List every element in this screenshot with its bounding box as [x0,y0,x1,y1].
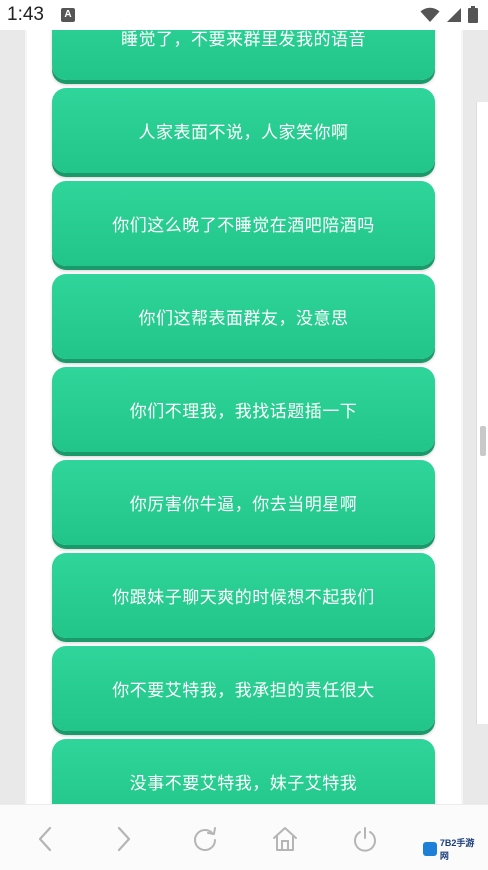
notification-app-icon: A [61,8,75,22]
back-button[interactable] [25,821,65,857]
forward-button[interactable] [104,821,144,857]
phrase-button[interactable]: 你们不理我，我找话题插一下 [52,367,435,452]
phrase-button[interactable]: 你们这么晚了不睡觉在酒吧陪酒吗 [52,181,435,266]
browser-toolbar [0,804,488,870]
webview-content[interactable]: 睡觉了，不要来群里发我的语音 人家表面不说，人家笑你啊 你们这么晚了不睡觉在酒吧… [0,30,488,804]
site-watermark: 7B2手游网 [423,838,483,861]
phrase-button[interactable]: 你厉害你牛逼，你去当明星啊 [52,460,435,545]
phrase-button[interactable]: 睡觉了，不要来群里发我的语音 [52,30,435,80]
back-icon [38,826,52,852]
wifi-icon [420,7,440,22]
power-icon [354,827,376,852]
refresh-button[interactable] [185,821,225,857]
status-time: 1:43 [7,4,44,25]
phrase-button[interactable]: 你跟妹子聊天爽的时候想不起我们 [52,553,435,638]
home-icon [273,827,297,851]
watermark-logo-icon [423,842,437,856]
signal-icon [447,7,461,22]
phrase-list: 睡觉了，不要来群里发我的语音 人家表面不说，人家笑你啊 你们这么晚了不睡觉在酒吧… [52,30,436,804]
battery-icon [468,6,478,23]
exit-button[interactable] [345,821,385,857]
phrase-button[interactable]: 你们这帮表面群友，没意思 [52,274,435,359]
status-bar: 1:43 A [0,0,488,30]
home-button[interactable] [265,821,305,857]
forward-icon [117,826,131,852]
phrase-button[interactable]: 人家表面不说，人家笑你啊 [52,88,435,173]
refresh-icon [194,827,216,851]
scrollbar-thumb[interactable] [480,426,486,456]
scrollbar-track[interactable] [476,102,488,724]
phrase-button[interactable]: 没事不要艾特我，妹子艾特我 [52,739,435,804]
phrase-button[interactable]: 你不要艾特我，我承担的责任很大 [52,646,435,731]
watermark-text: 7B2手游网 [439,838,475,861]
status-icons [420,6,478,23]
